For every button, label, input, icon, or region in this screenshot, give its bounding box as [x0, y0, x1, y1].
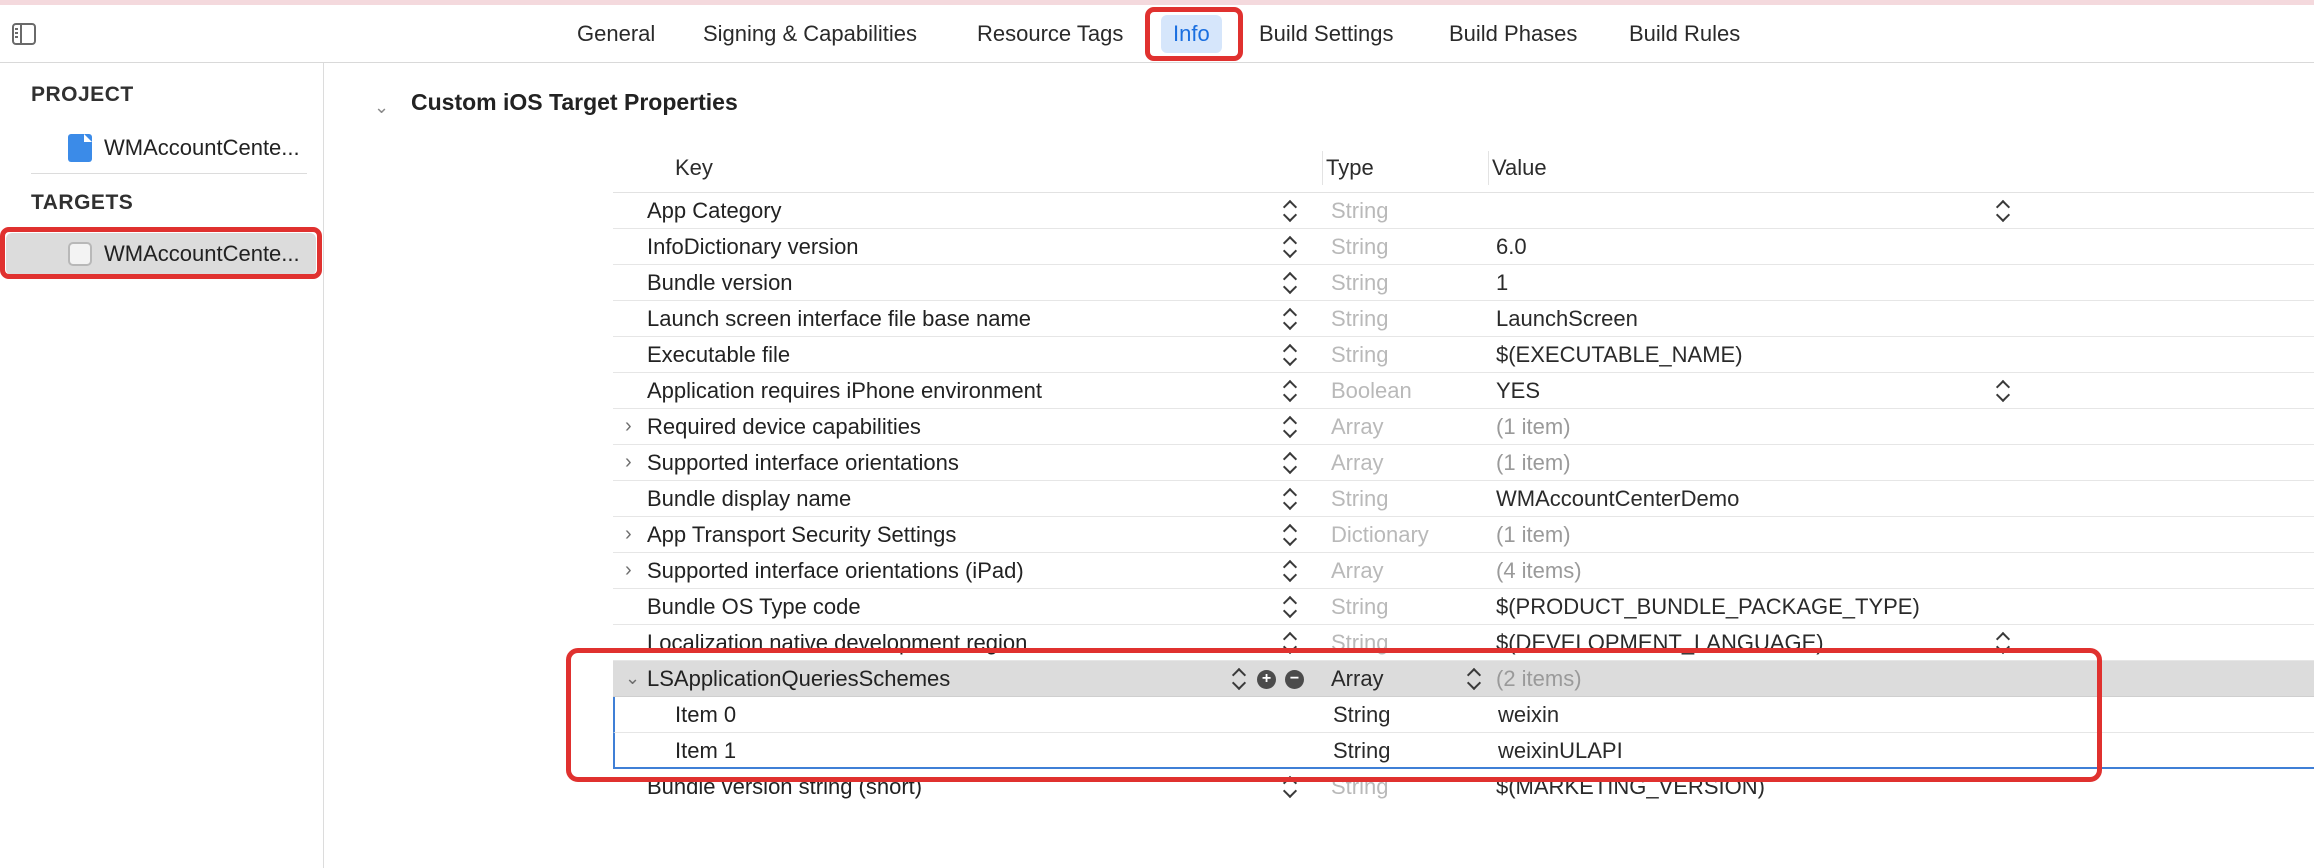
targets-section-title: TARGETS	[31, 191, 134, 214]
row-key: Launch screen interface file base name	[647, 306, 1032, 331]
stepper-icon[interactable]	[1284, 450, 1296, 476]
tab-general[interactable]: General	[577, 15, 655, 53]
column-header-value[interactable]: Value	[1492, 155, 1547, 181]
row-value: (4 items)	[1496, 558, 1582, 583]
stepper-icon[interactable]	[1284, 522, 1296, 548]
project-item-label: WMAccountCente...	[104, 135, 300, 160]
row-value: (1 item)	[1496, 414, 1571, 439]
target-annotation-box	[0, 227, 322, 279]
table-row[interactable]: Application requires iPhone environment …	[613, 373, 2314, 409]
row-type: Array	[1331, 450, 1384, 475]
stepper-icon[interactable]	[1284, 270, 1296, 296]
row-type: String	[1331, 342, 1389, 367]
table-row[interactable]: App Category String	[613, 193, 2314, 229]
row-value: (1 item)	[1496, 450, 1571, 475]
row-key: Required device capabilities	[647, 414, 921, 439]
chevron-right-icon[interactable]: ›	[625, 553, 632, 588]
column-header-key[interactable]: Key	[675, 155, 713, 181]
row-key: InfoDictionary version	[647, 234, 859, 259]
row-type: Dictionary	[1331, 522, 1429, 547]
row-value[interactable]: 1	[1496, 265, 1508, 300]
row-value: (1 item)	[1496, 522, 1571, 547]
table-row[interactable]: Launch screen interface file base name S…	[613, 301, 2314, 337]
column-separator[interactable]	[1488, 151, 1489, 185]
table-row[interactable]: Bundle display name String WMAccountCent…	[613, 481, 2314, 517]
table-row[interactable]: Bundle OS Type code String $(PRODUCT_BUN…	[613, 589, 2314, 625]
project-navigator-sidebar: PROJECT WMAccountCente... TARGETS WMAcco…	[0, 63, 324, 868]
project-section-title: PROJECT	[31, 83, 134, 106]
row-key: Executable file	[647, 342, 791, 367]
editor-tab-bar: General Signing & Capabilities Resource …	[0, 5, 2314, 63]
table-row[interactable]: › Supported interface orientations (iPad…	[613, 553, 2314, 589]
row-type: String	[1331, 234, 1389, 259]
stepper-icon[interactable]	[1284, 234, 1296, 260]
column-header-type[interactable]: Type	[1326, 155, 1374, 181]
row-value[interactable]: 6.0	[1496, 229, 1527, 264]
stepper-icon[interactable]	[1284, 558, 1296, 584]
table-row[interactable]: InfoDictionary version String 6.0	[613, 229, 2314, 265]
sidebar-item-project[interactable]: WMAccountCente...	[0, 127, 324, 169]
chevron-right-icon[interactable]: ›	[625, 445, 632, 480]
chevron-right-icon[interactable]: ›	[625, 517, 632, 552]
row-type: Array	[1331, 414, 1384, 439]
table-row[interactable]: Executable file String $(EXECUTABLE_NAME…	[613, 337, 2314, 373]
row-key: Supported interface orientations	[647, 450, 959, 475]
row-type: String	[1331, 594, 1389, 619]
row-key: Bundle display name	[647, 486, 852, 511]
table-header: Key Type Value	[613, 143, 2314, 193]
table-row[interactable]: › App Transport Security Settings Dictio…	[613, 517, 2314, 553]
table-row[interactable]: › Required device capabilities Array (1 …	[613, 409, 2314, 445]
row-key: Supported interface orientations (iPad)	[647, 558, 1024, 583]
sidebar-divider	[31, 173, 307, 174]
row-type: String	[1331, 270, 1389, 295]
tab-build-settings[interactable]: Build Settings	[1259, 15, 1394, 53]
tab-build-rules[interactable]: Build Rules	[1629, 15, 1740, 53]
queries-schemes-annotation-box	[566, 648, 2102, 782]
row-type: Boolean	[1331, 378, 1412, 403]
section-title: Custom iOS Target Properties	[411, 89, 738, 115]
table-row[interactable]: › Supported interface orientations Array…	[613, 445, 2314, 481]
row-key: App Category	[647, 198, 782, 223]
tab-signing-capabilities[interactable]: Signing & Capabilities	[703, 15, 917, 53]
tab-build-phases[interactable]: Build Phases	[1449, 15, 1577, 53]
stepper-icon[interactable]	[1284, 306, 1296, 332]
stepper-icon[interactable]	[1284, 486, 1296, 512]
row-type: String	[1331, 486, 1389, 511]
stepper-icon[interactable]	[1997, 378, 2009, 404]
row-value[interactable]: WMAccountCenterDemo	[1496, 481, 1739, 516]
chevron-right-icon[interactable]: ›	[625, 409, 632, 444]
row-type: String	[1331, 198, 1389, 223]
row-key: Bundle OS Type code	[647, 594, 861, 619]
column-separator[interactable]	[1322, 151, 1323, 185]
stepper-icon[interactable]	[1284, 378, 1296, 404]
row-type: String	[1331, 306, 1389, 331]
chevron-down-icon[interactable]: ⌄	[374, 97, 389, 118]
table-row[interactable]: Bundle version String 1	[613, 265, 2314, 301]
row-key: Application requires iPhone environment	[647, 378, 1043, 403]
row-type: Array	[1331, 558, 1384, 583]
project-file-icon	[68, 134, 92, 162]
row-key: Bundle version	[647, 270, 793, 295]
row-value[interactable]: YES	[1496, 373, 1540, 408]
stepper-icon[interactable]	[1284, 342, 1296, 368]
stepper-icon[interactable]	[1997, 198, 2009, 224]
stepper-icon[interactable]	[1284, 198, 1296, 224]
row-value[interactable]: LaunchScreen	[1496, 301, 1638, 336]
stepper-icon[interactable]	[1284, 414, 1296, 440]
info-tab-annotation-box	[1145, 7, 1243, 61]
stepper-icon[interactable]	[1284, 594, 1296, 620]
row-key: App Transport Security Settings	[647, 522, 957, 547]
row-value[interactable]: $(PRODUCT_BUNDLE_PACKAGE_TYPE)	[1496, 589, 1920, 624]
row-value[interactable]: $(EXECUTABLE_NAME)	[1496, 337, 1743, 372]
tab-resource-tags[interactable]: Resource Tags	[977, 15, 1123, 53]
